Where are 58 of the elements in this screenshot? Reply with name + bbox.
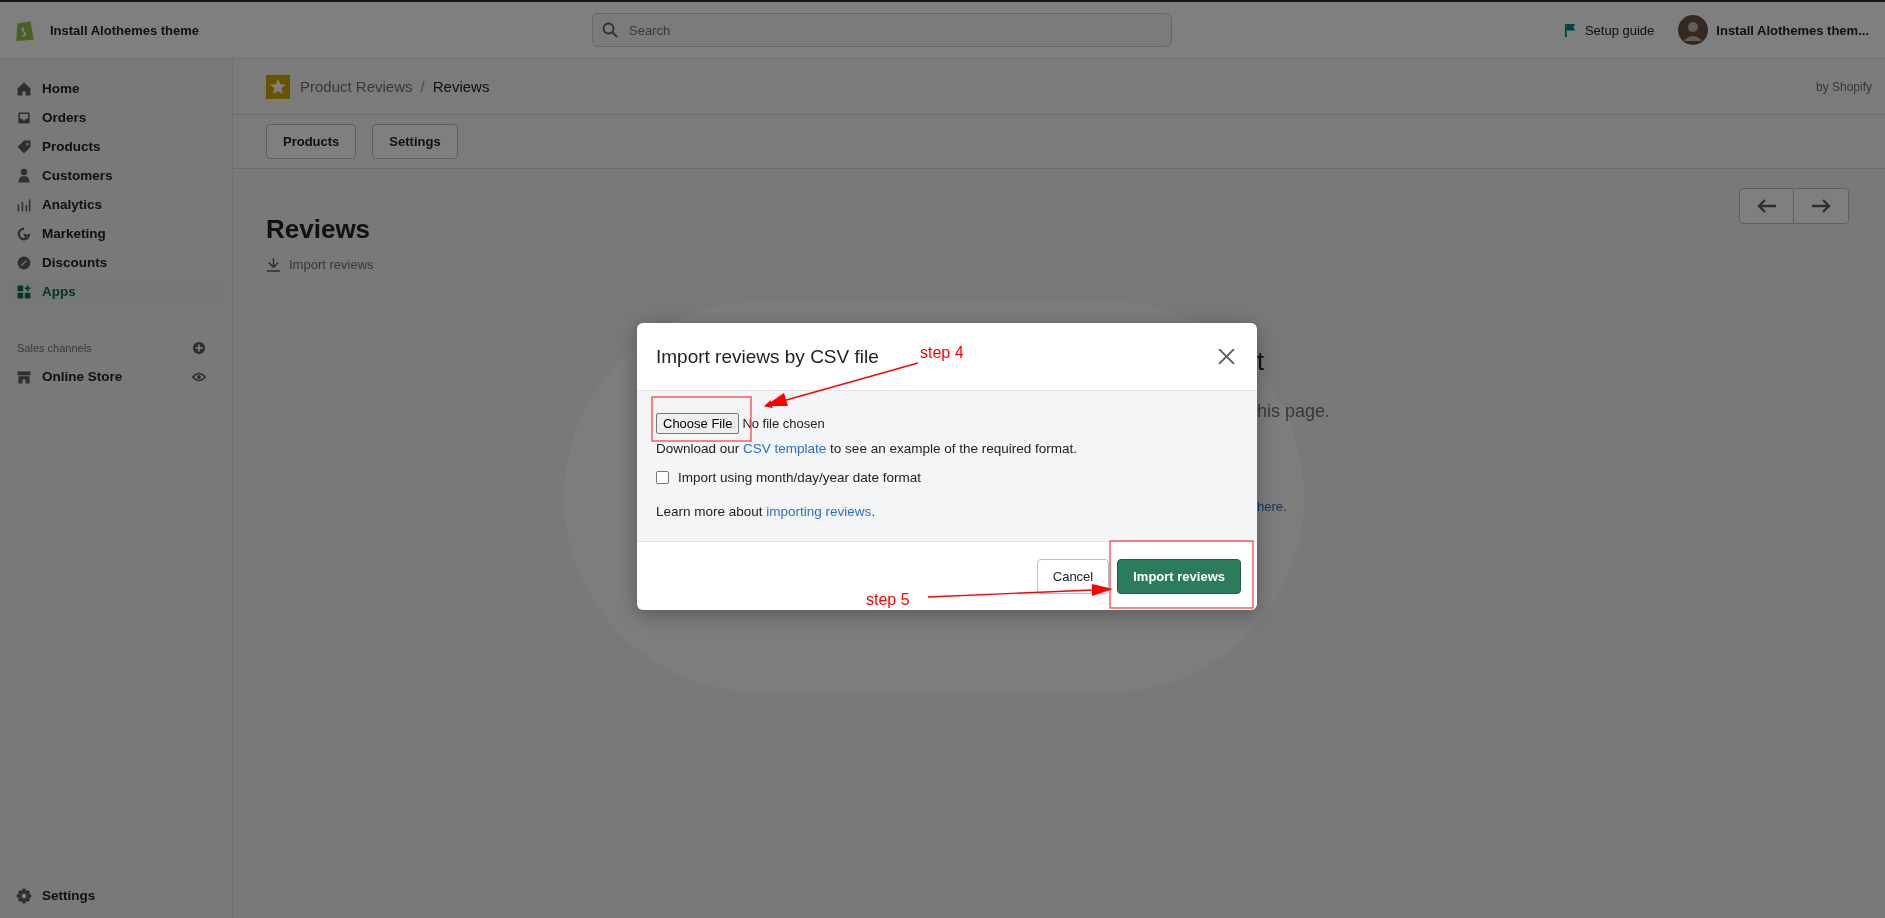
previous-button[interactable]: [1739, 188, 1794, 224]
nav-item[interactable]: Discounts: [8, 248, 224, 277]
nav-item[interactable]: Home: [8, 74, 224, 103]
account-name[interactable]: Install Alothemes them...: [1716, 22, 1869, 38]
home-icon: [16, 80, 32, 97]
nav-item[interactable]: Marketing: [8, 219, 224, 248]
inbox-icon: [16, 109, 32, 126]
next-button[interactable]: [1794, 188, 1849, 224]
import-button[interactable]: Import reviews: [1117, 558, 1241, 594]
store-name[interactable]: Install Alothemes theme: [50, 22, 200, 38]
avatar[interactable]: [1678, 15, 1709, 45]
import-reviews-link[interactable]: Import reviews: [266, 257, 374, 272]
left-arrow-icon: [1756, 199, 1777, 213]
csv-template-link[interactable]: CSV template: [743, 441, 827, 456]
breadcrumb-separator: /: [420, 78, 425, 95]
checkbox[interactable]: [656, 471, 669, 484]
gear-icon: [16, 887, 32, 904]
cancel-button[interactable]: Cancel: [1036, 558, 1110, 594]
nav-button[interactable]: Settings: [372, 124, 458, 159]
description-text: his page.: [1257, 401, 1331, 422]
target-icon: [16, 225, 32, 242]
choose-file-button[interactable]: Choose File: [656, 413, 740, 434]
page-title: Reviews: [266, 214, 372, 245]
dialog-title: Import reviews by CSV file: [656, 345, 879, 368]
nav-button[interactable]: Products: [266, 124, 357, 159]
nav-item[interactable]: Customers: [8, 161, 224, 190]
bar-chart-icon: [16, 196, 32, 213]
right-arrow-icon: [1811, 199, 1831, 213]
breadcrumb-link[interactable]: Product Reviews: [300, 78, 413, 95]
file-status: No file chosen: [742, 416, 825, 431]
provider-text: by Shopify: [1815, 79, 1872, 94]
setup-guide-link[interactable]: Setup guide: [1563, 22, 1655, 38]
nav-item[interactable]: Online Store: [8, 362, 129, 391]
annotation-label: step 4: [920, 344, 964, 362]
breadcrumb-current: Reviews: [432, 78, 490, 95]
download-text: Download our CSV template to see an example of the required format.: [656, 441, 1078, 456]
search-icon: [602, 22, 618, 38]
apps-icon: [16, 283, 32, 300]
person-icon: [16, 167, 32, 184]
help-link[interactable]: here.: [1257, 499, 1287, 514]
download-icon: [266, 257, 281, 272]
flag-icon: [1563, 22, 1577, 38]
section-heading: Sales channels: [17, 342, 92, 354]
search-field[interactable]: Search: [592, 13, 1172, 47]
checkbox-label[interactable]: Import using month/day/year date format: [678, 470, 922, 485]
close-icon: [1217, 347, 1235, 365]
annotation-label: step 5: [866, 591, 910, 609]
shopping-bag-icon: [14, 18, 36, 42]
nav-item[interactable]: Analytics: [8, 190, 224, 219]
nav-item[interactable]: Settings: [8, 881, 224, 910]
discount-icon: [16, 254, 32, 271]
add-icon[interactable]: [192, 341, 206, 355]
heading-text: t: [1257, 347, 1264, 376]
learn-more-text: Learn more about importing reviews.: [656, 504, 877, 519]
store-icon: [16, 368, 32, 385]
tag-icon: [16, 138, 32, 155]
nav-item[interactable]: Products: [8, 132, 224, 161]
nav-item[interactable]: Orders: [8, 103, 224, 132]
